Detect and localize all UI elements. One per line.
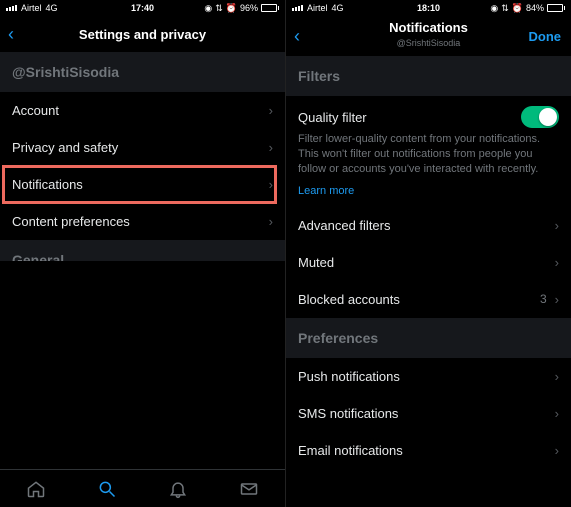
envelope-icon (239, 479, 259, 499)
chevron-right-icon: › (555, 369, 559, 384)
alarm-icon: ⏰ (512, 3, 523, 14)
toggle-knob (539, 108, 557, 126)
status-bar: Airtel 4G 17:40 ◉ ⇅ ⏰ 96% (0, 0, 285, 16)
chevron-right-icon: › (269, 177, 273, 192)
home-icon (26, 479, 46, 499)
row-advanced-filters[interactable]: Advanced filters › (286, 207, 571, 244)
row-blocked[interactable]: Blocked accounts 3 › (286, 281, 571, 318)
chevron-right-icon: › (555, 406, 559, 421)
back-button[interactable]: ‹ (8, 24, 26, 45)
back-button[interactable]: ‹ (294, 26, 312, 47)
row-label: Notifications (12, 177, 269, 192)
row-muted[interactable]: Muted › (286, 244, 571, 281)
blocked-count: 3 (540, 292, 547, 306)
chevron-right-icon: › (555, 255, 559, 270)
row-sms[interactable]: SMS notifications › (286, 395, 571, 432)
row-label: SMS notifications (298, 406, 555, 421)
alarm-icon: ⏰ (226, 3, 237, 14)
section-preferences: Preferences (286, 318, 571, 358)
notifications-screen: Airtel 4G 18:10 ◉ ⇅ ⏰ 84% ‹ Notification… (286, 0, 571, 507)
location-icon: ◉ (204, 3, 212, 14)
status-time: 18:10 (417, 3, 440, 13)
section-general: General (0, 240, 285, 261)
chevron-right-icon: › (555, 443, 559, 458)
status-time: 17:40 (131, 3, 154, 13)
row-notifications[interactable]: Notifications › (0, 166, 285, 203)
battery-icon (547, 4, 565, 12)
network-label: 4G (46, 3, 58, 13)
row-label: Account (12, 103, 269, 118)
header: ‹ Settings and privacy (0, 16, 285, 52)
row-account[interactable]: Account › (0, 92, 285, 129)
tab-home[interactable] (0, 470, 71, 507)
tab-search[interactable] (71, 470, 142, 507)
carrier-label: Airtel (307, 3, 328, 13)
chevron-right-icon: › (269, 103, 273, 118)
page-title: Settings and privacy (0, 27, 285, 42)
location-icon: ◉ (490, 3, 498, 14)
bell-icon (168, 479, 188, 499)
spacer (0, 261, 285, 470)
header: ‹ Notifications @SrishtiSisodia Done (286, 16, 571, 56)
username-label: @SrishtiSisodia (0, 52, 285, 92)
row-label: Quality filter (298, 110, 521, 125)
chevron-right-icon: › (555, 218, 559, 233)
row-label: Push notifications (298, 369, 555, 384)
network-label: 4G (332, 3, 344, 13)
signal-icon (6, 5, 17, 11)
battery-pct: 84% (526, 3, 544, 13)
lock-icon: ⇅ (501, 3, 509, 14)
row-label: Email notifications (298, 443, 555, 458)
learn-more-link[interactable]: Learn more (286, 185, 366, 207)
battery-icon (261, 4, 279, 12)
row-label: Blocked accounts (298, 292, 540, 307)
tab-bar (0, 469, 285, 507)
signal-icon (292, 5, 303, 11)
chevron-right-icon: › (269, 214, 273, 229)
row-label: Muted (298, 255, 555, 270)
quality-filter-toggle[interactable] (521, 106, 559, 128)
search-icon (97, 479, 117, 499)
row-label: Content preferences (12, 214, 269, 229)
row-label: Advanced filters (298, 218, 555, 233)
content: @SrishtiSisodia Account › Privacy and sa… (0, 52, 285, 261)
content: Filters Quality filter Filter lower-qual… (286, 56, 571, 507)
row-email[interactable]: Email notifications › (286, 432, 571, 469)
status-bar: Airtel 4G 18:10 ◉ ⇅ ⏰ 84% (286, 0, 571, 16)
tab-notifications[interactable] (143, 470, 214, 507)
quality-filter-desc: Filter lower-quality content from your n… (286, 132, 571, 183)
lock-icon: ⇅ (215, 3, 223, 14)
chevron-right-icon: › (269, 140, 273, 155)
section-filters: Filters (286, 56, 571, 96)
row-push[interactable]: Push notifications › (286, 358, 571, 395)
battery-pct: 96% (240, 3, 258, 13)
row-content-preferences[interactable]: Content preferences › (0, 203, 285, 240)
carrier-label: Airtel (21, 3, 42, 13)
tab-messages[interactable] (214, 470, 285, 507)
row-label: Privacy and safety (12, 140, 269, 155)
settings-privacy-screen: Airtel 4G 17:40 ◉ ⇅ ⏰ 96% ‹ Settings and… (0, 0, 286, 507)
row-quality-filter: Quality filter (286, 96, 571, 132)
done-button[interactable]: Done (529, 29, 562, 44)
chevron-right-icon: › (555, 292, 559, 307)
row-privacy[interactable]: Privacy and safety › (0, 129, 285, 166)
